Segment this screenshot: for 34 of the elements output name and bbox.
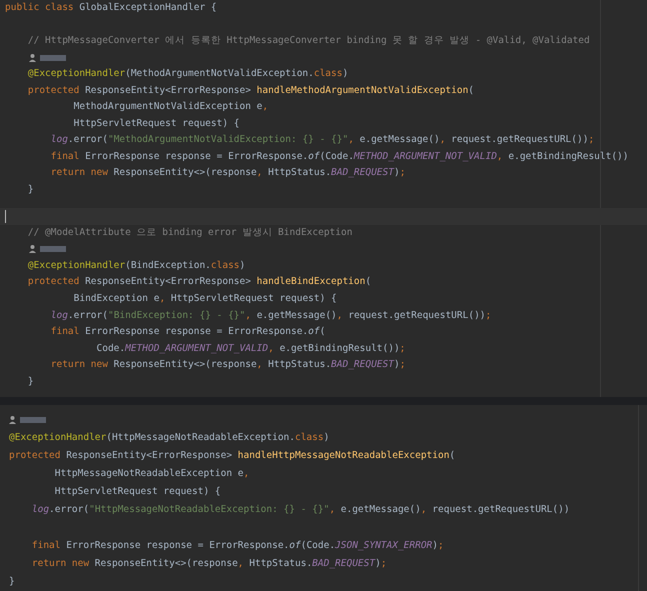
code-line: protected ResponseEntity<ErrorResponse> handleHttpMessageNotReadableException( <box>9 449 456 463</box>
user-icon <box>29 245 36 254</box>
code-line: } <box>9 575 15 589</box>
user-icon <box>9 416 16 424</box>
redacted-author <box>40 246 66 252</box>
code-line: protected ResponseEntity<ErrorResponse> handleMethodArgumentNotValidException( <box>26 84 474 98</box>
code-line: return new ResponseEntity<>(response, HttpStatus.BAD_REQUEST); <box>30 557 387 571</box>
code-line: public class GlobalExceptionHandler { <box>5 1 217 15</box>
code-line: @ExceptionHandler(HttpMessageNotReadableException.class) <box>9 431 330 445</box>
code-line: final ErrorResponse response = ErrorResponse.of(Code.JSON_SYNTAX_ERROR); <box>30 539 444 553</box>
code-line: final ErrorResponse response = ErrorResponse.of(Code.METHOD_ARGUMENT_NOT_VALID, e.getBindingResult()) <box>50 150 628 164</box>
user-icon <box>29 54 36 62</box>
code-line: HttpServletRequest request) { <box>54 485 221 499</box>
code-line: log.error("BindException: {} - {}", e.getMessage(), request.getRequestURL()); <box>50 308 492 323</box>
code-line: @ExceptionHandler(BindException.class) <box>26 258 246 273</box>
text-cursor <box>5 210 6 223</box>
code-line: HttpMessageNotReadableException e, <box>54 467 250 481</box>
code-line: return new ResponseEntity<>(response, HttpStatus.BAD_REQUEST); <box>50 358 406 372</box>
code-line: MethodArgumentNotValidException e, <box>72 100 268 114</box>
code-line: @ExceptionHandler(MethodArgumentNotValidException.class) <box>26 67 348 81</box>
code-line: } <box>26 374 34 389</box>
code-line: } <box>26 182 34 196</box>
redacted-author <box>20 417 46 423</box>
code-comment: // HttpMessageConverter 에서 등록한 HttpMessageConverter binding 못 할 경우 발생 - @Valid, @Validated <box>26 34 590 48</box>
code-line: return new ResponseEntity<>(response, HttpStatus.BAD_REQUEST); <box>50 166 406 180</box>
code-line: BindException e, HttpServletRequest request) { <box>72 292 337 306</box>
code-line: HttpServletRequest request) { <box>72 116 240 130</box>
code-comment: // @ModelAttribute 으로 binding error 발생시 BindException <box>26 226 352 240</box>
code-line: log.error("MethodArgumentNotValidException: {} - {}", e.getMessage(), request.getRequestURL()); <box>50 133 594 147</box>
code-line: protected ResponseEntity<ErrorResponse> handleBindException( <box>26 275 372 290</box>
code-line: final ErrorResponse response = ErrorResponse.of( <box>50 325 326 340</box>
code-line: Code.METHOD_ARGUMENT_NOT_VALID, e.getBindingResult()); <box>96 342 406 356</box>
redacted-author <box>40 54 66 61</box>
code-line: log.error("HttpMessageNotReadableException: {} - {}", e.getMessage(), request.getRequestURL()) <box>30 503 570 517</box>
